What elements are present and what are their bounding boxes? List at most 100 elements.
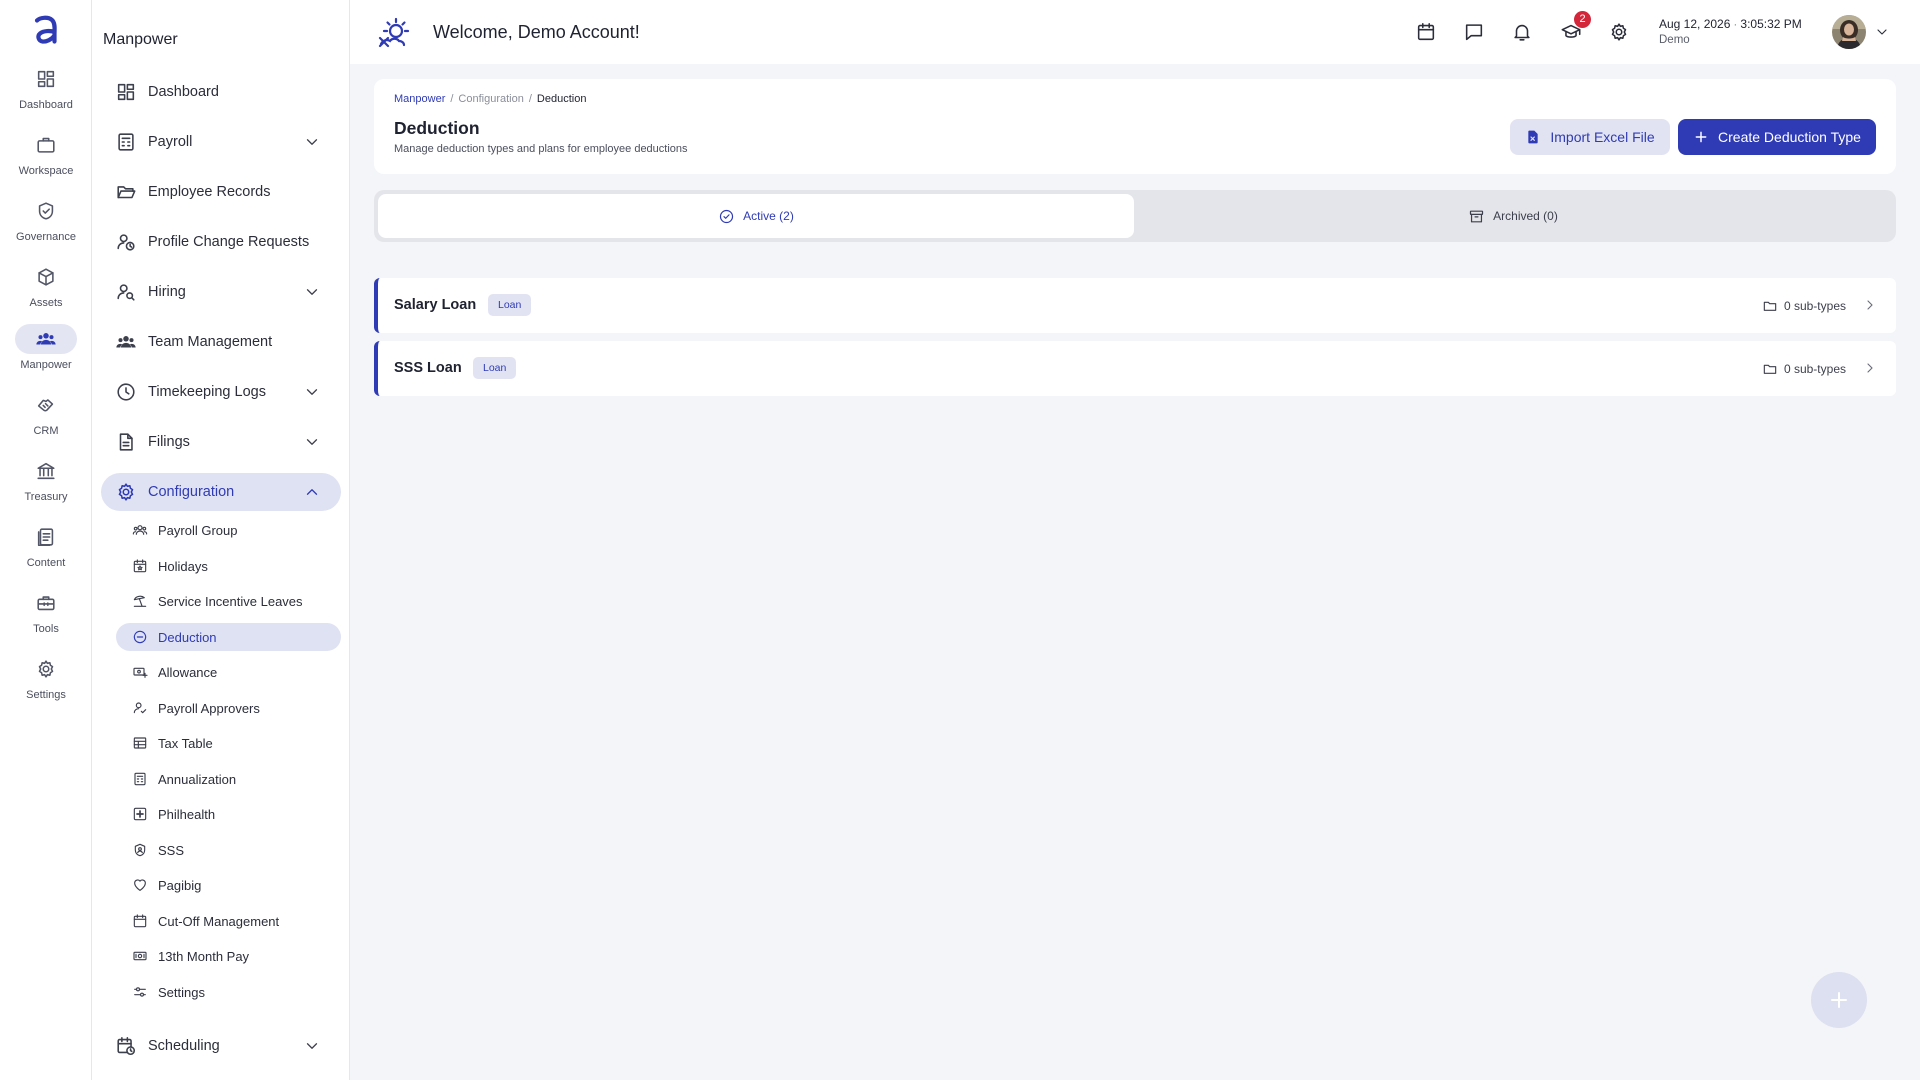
breadcrumb-manpower[interactable]: Manpower	[394, 93, 445, 105]
document-icon	[37, 528, 54, 547]
breadcrumb-configuration[interactable]: Configuration	[458, 93, 523, 105]
calculator-icon	[118, 133, 134, 151]
people-icon	[132, 525, 148, 535]
check-circle-icon	[720, 209, 734, 223]
sidebar-item-label: Scheduling	[148, 1038, 220, 1054]
config-item-payroll-approvers[interactable]: Payroll Approvers	[116, 694, 341, 722]
chevron-down-icon[interactable]	[1874, 24, 1890, 40]
rail-item-governance[interactable]: Governance	[0, 196, 92, 258]
rail-item-assets[interactable]: Assets	[0, 262, 92, 324]
rail-label: Content	[26, 557, 66, 569]
config-item-holidays[interactable]: Holidays	[116, 552, 341, 580]
tab-archived-label: Archived (0)	[1493, 209, 1558, 223]
config-item-sss[interactable]: SSS	[116, 836, 341, 864]
config-item-annualization[interactable]: Annualization	[116, 765, 341, 793]
breadcrumb-current: Deduction	[536, 93, 587, 105]
deduction-type-badge: Loan	[488, 294, 532, 316]
rail-item-tools[interactable]: Tools	[0, 588, 92, 650]
sidebar-item-employee-records[interactable]: Employee Records	[101, 173, 341, 211]
rail-label: Tools	[33, 623, 59, 635]
chevron-down-icon	[306, 439, 318, 445]
config-item-label: Cut-Off Management	[158, 913, 280, 929]
gear-icon[interactable]	[1608, 21, 1630, 43]
sidebar-item-profile-change-requests[interactable]: Profile Change Requests	[101, 223, 341, 261]
rail-label: Workspace	[18, 165, 74, 177]
rail-item-treasury[interactable]: Treasury	[0, 456, 92, 518]
subtypes-label: 0 sub-types	[1783, 299, 1846, 313]
toolbox-icon	[37, 596, 55, 611]
floating-add-button[interactable]	[1811, 972, 1867, 1028]
page-title: Deduction	[394, 118, 480, 138]
config-item-philhealth[interactable]: Philhealth	[116, 800, 341, 828]
sidebar-item-timekeeping-logs[interactable]: Timekeeping Logs	[101, 373, 341, 411]
config-item-pagibig[interactable]: Pagibig	[116, 871, 341, 899]
sidebar-item-filings[interactable]: Filings	[101, 423, 341, 461]
dashboard-icon	[37, 70, 55, 88]
box-icon	[38, 268, 54, 286]
config-item-settings[interactable]: Settings	[116, 978, 341, 1006]
create-deduction-type-label: Create Deduction Type	[1718, 129, 1861, 145]
calendar-clock-icon	[117, 1036, 136, 1056]
rail-item-crm[interactable]: CRM	[0, 390, 92, 452]
create-deduction-type-button[interactable]: Create Deduction Type	[1678, 119, 1876, 155]
rail-item-workspace[interactable]: Workspace	[0, 130, 92, 192]
current-date: Aug 12, 2026	[1659, 17, 1731, 31]
rail-item-dashboard[interactable]: Dashboard	[0, 64, 92, 126]
config-item-label: Annualization	[158, 771, 237, 787]
chat-icon[interactable]	[1463, 21, 1485, 43]
money-plus-icon	[133, 667, 148, 678]
rail-item-content[interactable]: Content	[0, 522, 92, 584]
chevron-right-icon	[1867, 363, 1873, 373]
folder-open-icon	[117, 186, 136, 199]
chevron-down-icon	[306, 1043, 318, 1049]
tab-active[interactable]: Active (2)	[378, 194, 1134, 238]
sidebar-item-team-management[interactable]: Team Management	[101, 323, 341, 361]
avatar[interactable]	[1832, 15, 1866, 49]
page-header: Manpower / Configuration / Deduction Deducti…	[374, 79, 1896, 174]
shield-person-icon	[134, 843, 146, 857]
sidebar-item-label: Profile Change Requests	[148, 234, 310, 250]
sidebar-title: Manpower	[103, 31, 178, 48]
app-logo-icon[interactable]	[26, 10, 66, 50]
plus-icon	[1831, 992, 1847, 1008]
config-item-tax-table[interactable]: Tax Table	[116, 729, 341, 757]
config-item-cut-off-management[interactable]: Cut-Off Management	[116, 907, 341, 935]
tab-archived[interactable]: Archived (0)	[1134, 194, 1892, 238]
briefcase-icon	[37, 137, 55, 153]
chevron-up-icon	[306, 489, 318, 495]
deduction-row[interactable]: Salary Loan Loan 0 sub-types	[374, 278, 1896, 333]
rail-label: Manpower	[20, 359, 72, 371]
calendar-icon[interactable]	[1415, 21, 1437, 43]
beach-umbrella-icon	[133, 595, 147, 607]
sidebar-item-scheduling[interactable]: Scheduling	[101, 1027, 341, 1065]
config-item-allowance[interactable]: Allowance	[116, 658, 341, 686]
sidebar-item-configuration[interactable]: Configuration	[101, 473, 341, 511]
deduction-type-badge: Loan	[473, 357, 517, 379]
deduction-row[interactable]: SSS Loan Loan 0 sub-types	[374, 341, 1896, 396]
sidebar-item-label: Team Management	[148, 334, 273, 350]
rail-label: Assets	[29, 297, 63, 309]
medical-cross-icon	[133, 807, 147, 821]
config-item-label: Payroll Group	[158, 522, 238, 538]
config-item-service-incentive-leaves[interactable]: Service Incentive Leaves	[116, 587, 341, 615]
current-time: 3:05:32 PM	[1740, 17, 1802, 31]
sidebar-item-dashboard[interactable]: Dashboard	[101, 73, 341, 111]
config-item-deduction[interactable]: Deduction	[116, 623, 341, 651]
heart-icon	[134, 879, 146, 891]
sidebar-item-hiring[interactable]: Hiring	[101, 273, 341, 311]
config-item-payroll-group[interactable]: Payroll Group	[116, 516, 341, 544]
rail-item-manpower[interactable]: Manpower	[0, 324, 92, 386]
config-item-label: Settings	[158, 984, 205, 1000]
import-excel-label: Import Excel File	[1550, 129, 1655, 145]
config-item-13th-month-pay[interactable]: 13th Month Pay	[116, 942, 341, 970]
rail-item-settings[interactable]: Settings	[0, 654, 92, 716]
gear-icon	[118, 483, 134, 501]
config-item-label: Payroll Approvers	[158, 700, 260, 716]
config-item-label: Service Incentive Leaves	[158, 593, 303, 609]
bell-icon[interactable]	[1511, 21, 1533, 43]
user-clock-icon	[117, 234, 135, 251]
import-excel-button[interactable]: Import Excel File	[1510, 119, 1670, 155]
user-name: Demo	[1659, 34, 1690, 46]
bank-icon	[37, 462, 55, 480]
sidebar-item-payroll[interactable]: Payroll	[101, 123, 341, 161]
